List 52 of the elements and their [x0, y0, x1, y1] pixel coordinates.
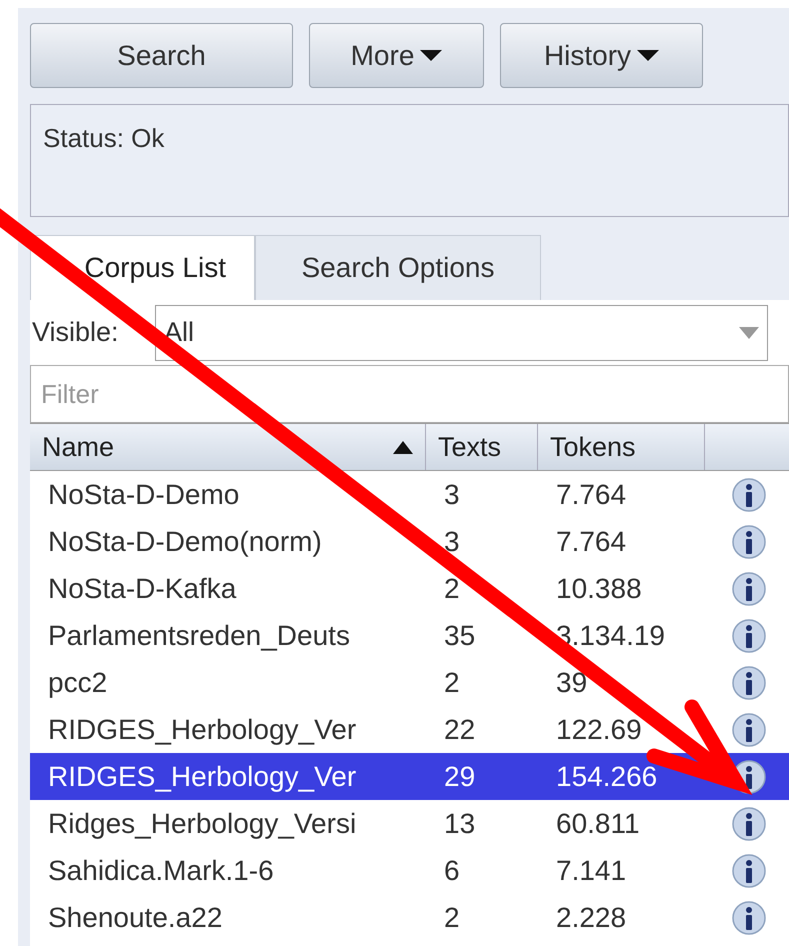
- table-cell-text: Sahidica.Mark.1-6: [48, 854, 274, 888]
- table-cell-text: 2: [444, 572, 460, 606]
- column-header[interactable]: Tokens: [538, 424, 705, 470]
- filter-field[interactable]: Filter: [30, 365, 789, 423]
- table-cell-text: pcc2: [48, 666, 108, 700]
- table-cell-text: Ridges_Herbology_Versi: [48, 806, 356, 841]
- table-cell-text: 2: [444, 900, 460, 934]
- toolbar-button[interactable]: History: [500, 23, 703, 88]
- dropdown-caret-icon: [739, 326, 759, 338]
- table-cell-text: 6: [444, 854, 460, 888]
- table-cell-text: Parlamentsreden_Deuts: [48, 618, 350, 653]
- table-cell-text: 29: [444, 760, 476, 794]
- info-icon[interactable]: [732, 712, 766, 746]
- info-icon[interactable]: [732, 618, 766, 652]
- table-cell-text: 39: [556, 666, 588, 700]
- table-cell-text: NoSta-D-Demo: [48, 478, 240, 512]
- table-cell-text: 3: [444, 478, 460, 512]
- info-icon[interactable]: [732, 900, 766, 934]
- visible-label: Visible:: [32, 316, 120, 350]
- table-cell-text: 3: [444, 524, 460, 558]
- table-cell-text: 13: [444, 806, 476, 840]
- table-cell-text: 122.69: [556, 712, 642, 746]
- table-cell-text: Shenoute.a22: [48, 900, 222, 934]
- table-cell-text: 7.764: [556, 524, 626, 558]
- column-header[interactable]: Name: [30, 424, 426, 470]
- table-cell-text: 2.228: [556, 900, 626, 934]
- table-cell-text: RIDGES_Herbology_Ver: [48, 760, 356, 794]
- toolbar-button[interactable]: More: [309, 23, 484, 88]
- table-row[interactable]: RIDGES_Herbology_Ver 29 154.266: [30, 753, 789, 800]
- tab[interactable]: Corpus List: [30, 235, 255, 300]
- info-icon[interactable]: [732, 478, 766, 512]
- table-cell-text: 7.764: [556, 478, 626, 512]
- table-cell-text: 10.388: [556, 572, 642, 606]
- table-cell-text: 35: [444, 618, 476, 652]
- table-cell-text: NoSta-D-Demo(norm): [48, 524, 322, 559]
- info-icon[interactable]: [732, 854, 766, 888]
- info-icon[interactable]: [732, 666, 766, 700]
- column-header[interactable]: Texts: [426, 424, 538, 470]
- toolbar-button[interactable]: Search: [30, 23, 293, 88]
- status-panel: Status: Ok: [30, 104, 789, 217]
- table-cell-text: RIDGES_Herbology_Ver: [48, 712, 356, 747]
- table-cell-text: 154.266: [556, 760, 658, 794]
- info-icon[interactable]: [732, 572, 766, 606]
- table-cell-text: 60.811: [556, 806, 640, 840]
- table-cell-text: NoSta-D-Kafka: [48, 572, 236, 606]
- table-cell-text: 2: [444, 666, 460, 700]
- tab[interactable]: Search Options: [255, 235, 541, 300]
- table-cell-text: 3.134.19: [556, 618, 665, 652]
- info-icon[interactable]: [732, 806, 766, 840]
- info-icon[interactable]: [732, 524, 766, 558]
- table-cell-text: 7.141: [556, 854, 626, 888]
- table-cell-text: 22: [444, 712, 476, 746]
